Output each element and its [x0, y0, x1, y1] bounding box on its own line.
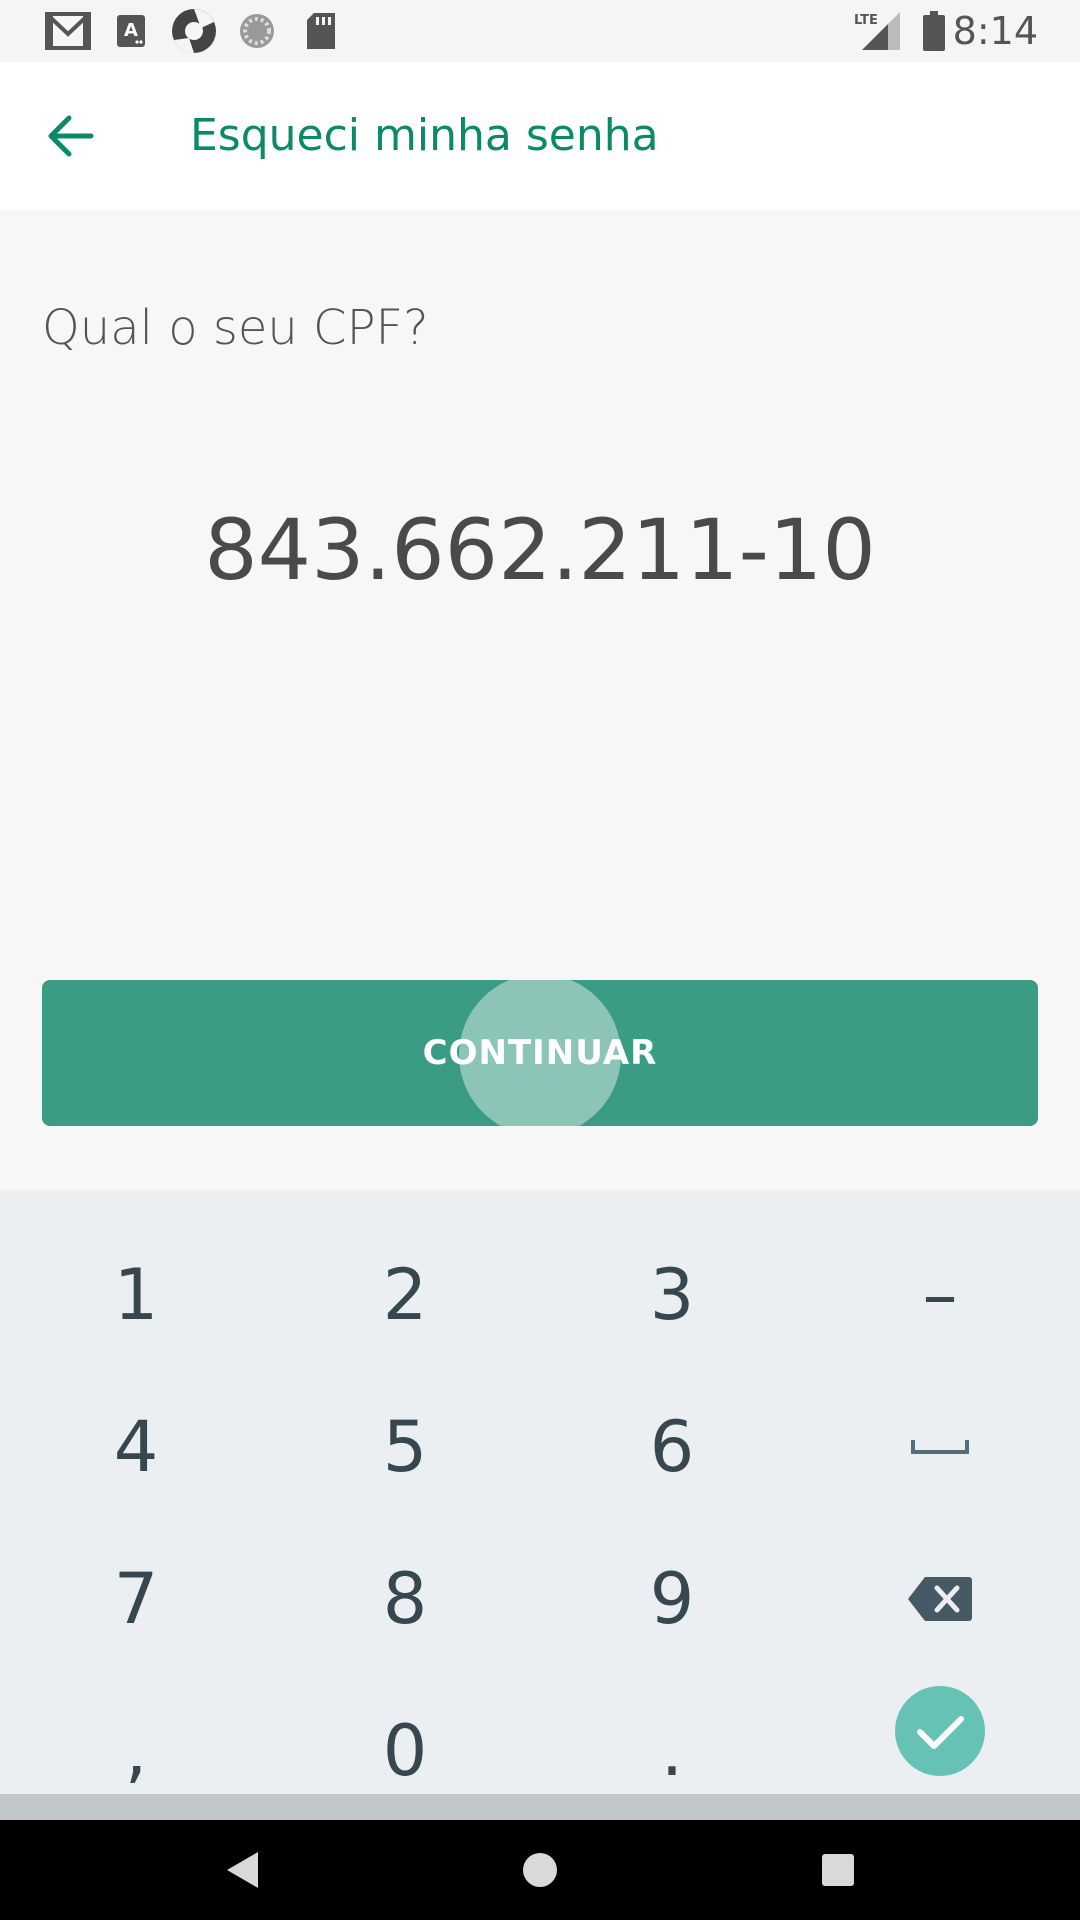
gmail-icon — [44, 10, 92, 52]
key-7[interactable]: 7 — [2, 1524, 270, 1674]
cpf-question-label: Qual o seu CPF? — [42, 300, 429, 356]
nav-recents-button[interactable] — [810, 1842, 866, 1898]
battery-icon — [920, 10, 948, 52]
arrow-left-icon — [48, 115, 94, 157]
system-nav-bar — [0, 1820, 1080, 1920]
key-5[interactable]: 5 — [271, 1372, 539, 1522]
home-circle-icon — [523, 1853, 557, 1887]
app-a-icon: A — [114, 10, 148, 52]
space-icon — [911, 1440, 969, 1454]
key-9[interactable]: 9 — [538, 1524, 806, 1674]
numeric-keyboard: 1 2 3 – 4 5 6 7 8 9 , 0 . — [0, 1190, 1080, 1794]
status-time: 8:14 — [952, 9, 1038, 53]
key-1[interactable]: 1 — [2, 1220, 270, 1370]
lte-signal-icon: LTE — [852, 10, 902, 52]
keyboard-bottom-strip — [0, 1794, 1080, 1820]
shutter-app-icon — [170, 9, 218, 53]
svg-text:A: A — [124, 20, 138, 41]
key-2[interactable]: 2 — [271, 1220, 539, 1370]
key-dash[interactable]: – — [806, 1220, 1074, 1370]
key-space[interactable] — [806, 1372, 1074, 1522]
key-4[interactable]: 4 — [2, 1372, 270, 1522]
nav-home-button[interactable] — [512, 1842, 568, 1898]
recents-square-icon — [822, 1854, 854, 1886]
sd-card-icon — [304, 10, 338, 52]
status-bar: A LTE 8:14 — [0, 0, 1080, 62]
app-bar: Esqueci minha senha — [0, 62, 1080, 210]
continue-button-label: CONTINUAR — [422, 1033, 658, 1073]
back-button[interactable] — [40, 106, 100, 166]
page-title: Esqueci minha senha — [190, 110, 659, 161]
key-6[interactable]: 6 — [538, 1372, 806, 1522]
nav-back-button[interactable] — [214, 1842, 270, 1898]
cpf-input[interactable]: 843.662.211-10 — [0, 500, 1080, 600]
key-backspace[interactable] — [806, 1524, 1074, 1674]
key-done[interactable] — [806, 1656, 1074, 1806]
sync-icon — [236, 10, 278, 52]
backspace-icon — [908, 1577, 972, 1621]
continue-button[interactable]: CONTINUAR — [42, 980, 1038, 1126]
check-icon — [895, 1686, 985, 1776]
network-type: LTE — [854, 13, 878, 28]
key-8[interactable]: 8 — [271, 1524, 539, 1674]
back-triangle-icon — [227, 1852, 258, 1888]
key-3[interactable]: 3 — [538, 1220, 806, 1370]
